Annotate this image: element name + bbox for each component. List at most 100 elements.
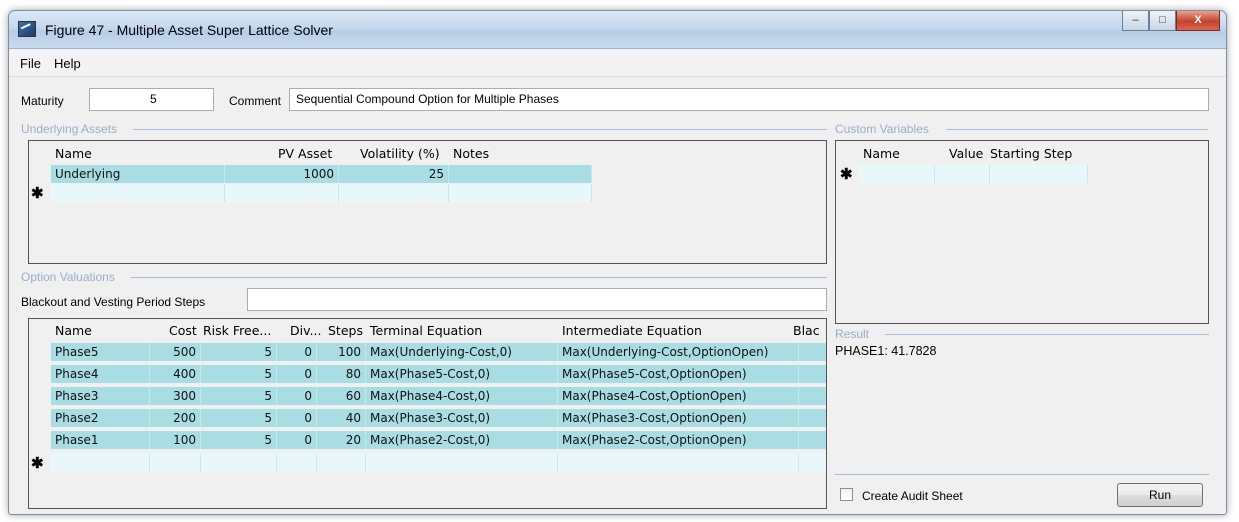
new-row[interactable]: ✱	[29, 454, 826, 472]
cell-empty[interactable]	[51, 184, 225, 202]
col-header-cost[interactable]: Cost	[169, 323, 197, 338]
cell-empty[interactable]	[366, 454, 558, 472]
col-header-terminal-equation[interactable]: Terminal Equation	[370, 323, 482, 338]
cell-cost[interactable]: 400	[150, 365, 201, 383]
cell-steps[interactable]: 60	[317, 387, 366, 405]
cell-cost[interactable]: 500	[150, 343, 201, 361]
cell-steps[interactable]: 20	[317, 431, 366, 449]
cell-empty[interactable]	[201, 454, 277, 472]
option-valuations-grid[interactable]: Name Cost Risk Free... Div... Steps Term…	[28, 318, 827, 509]
cell-intermediate-equation[interactable]: Max(Phase3-Cost,OptionOpen)	[558, 409, 799, 427]
cell-terminal-equation[interactable]: Max(Phase3-Cost,0)	[366, 409, 558, 427]
table-row[interactable]: Underlying 1000 25	[29, 165, 729, 183]
cell-empty[interactable]	[799, 454, 826, 472]
col-header-steps[interactable]: Steps	[328, 323, 363, 338]
menu-help[interactable]: Help	[54, 56, 81, 71]
cell-terminal-equation[interactable]: Max(Underlying-Cost,0)	[366, 343, 558, 361]
cell-terminal-equation[interactable]: Max(Phase4-Cost,0)	[366, 387, 558, 405]
col-header-name[interactable]: Name	[55, 146, 92, 161]
cell-empty[interactable]	[859, 165, 935, 183]
col-header-risk-free[interactable]: Risk Free...	[203, 323, 271, 338]
cell-blackout[interactable]	[799, 365, 826, 383]
table-row[interactable]: Phase2 200 5 0 40 Max(Phase3-Cost,0) Max(Phase…	[29, 409, 826, 427]
cell-empty[interactable]	[150, 454, 201, 472]
run-button[interactable]: Run	[1117, 483, 1203, 507]
custom-group-line	[946, 129, 1208, 130]
minimize-button[interactable]: –	[1122, 11, 1149, 31]
cell-div[interactable]: 0	[277, 387, 317, 405]
table-row[interactable]: Phase4 400 5 0 80 Max(Phase5-Cost,0) Max(Phase…	[29, 365, 826, 383]
cell-intermediate-equation[interactable]: Max(Phase5-Cost,OptionOpen)	[558, 365, 799, 383]
cell-steps[interactable]: 40	[317, 409, 366, 427]
cell-cost[interactable]: 100	[150, 431, 201, 449]
cell-intermediate-equation[interactable]: Max(Phase2-Cost,OptionOpen)	[558, 431, 799, 449]
underlying-grid[interactable]: Name PV Asset Volatility (%) Notes Under…	[28, 140, 827, 264]
cell-name[interactable]: Phase2	[51, 409, 150, 427]
col-header-value[interactable]: Value	[949, 146, 983, 161]
cell-steps[interactable]: 100	[317, 343, 366, 361]
cell-terminal-equation[interactable]: Max(Phase2-Cost,0)	[366, 431, 558, 449]
cell-name[interactable]: Phase4	[51, 365, 150, 383]
cell-div[interactable]: 0	[277, 431, 317, 449]
col-header-div[interactable]: Div...	[290, 323, 321, 338]
cell-div[interactable]: 0	[277, 409, 317, 427]
cell-empty[interactable]	[225, 184, 339, 202]
cell-empty[interactable]	[317, 454, 366, 472]
cell-pv-asset[interactable]: 1000	[225, 165, 339, 183]
cell-div[interactable]: 0	[277, 365, 317, 383]
title-bar[interactable]: Figure 47 - Multiple Asset Super Lattice…	[9, 11, 1226, 49]
cell-blackout[interactable]	[799, 343, 826, 361]
table-row[interactable]: Phase5 500 5 0 100 Max(Underlying-Cost,0) Max(…	[29, 343, 826, 361]
cell-volatility[interactable]: 25	[339, 165, 449, 183]
custom-variables-grid[interactable]: Name Value Starting Step ✱	[835, 140, 1209, 324]
cell-div[interactable]: 0	[277, 343, 317, 361]
cell-intermediate-equation[interactable]: Max(Phase4-Cost,OptionOpen)	[558, 387, 799, 405]
cell-steps[interactable]: 80	[317, 365, 366, 383]
cell-empty[interactable]	[558, 454, 799, 472]
cell-empty[interactable]	[339, 184, 449, 202]
cell-empty[interactable]	[51, 454, 150, 472]
col-header-blackout[interactable]: Blac	[793, 323, 826, 338]
maximize-button[interactable]: □	[1149, 11, 1176, 31]
col-header-intermediate-equation[interactable]: Intermediate Equation	[562, 323, 702, 338]
cell-risk-free[interactable]: 5	[201, 409, 277, 427]
cell-intermediate-equation[interactable]: Max(Underlying-Cost,OptionOpen)	[558, 343, 799, 361]
cell-name[interactable]: Phase5	[51, 343, 150, 361]
cell-blackout[interactable]	[799, 409, 826, 427]
blackout-field[interactable]	[247, 288, 827, 311]
table-row[interactable]: Phase3 300 5 0 60 Max(Phase4-Cost,0) Max(Phase…	[29, 387, 826, 405]
cell-name[interactable]: Phase3	[51, 387, 150, 405]
col-header-name[interactable]: Name	[55, 323, 92, 338]
col-header-name[interactable]: Name	[863, 146, 900, 161]
comment-field[interactable]: Sequential Compound Option for Multiple …	[289, 88, 1209, 111]
cell-risk-free[interactable]: 5	[201, 343, 277, 361]
col-header-volatility[interactable]: Volatility (%)	[360, 146, 440, 161]
cell-empty[interactable]	[449, 184, 592, 202]
cell-name[interactable]: Underlying	[51, 165, 225, 183]
table-row[interactable]: Phase1 100 5 0 20 Max(Phase2-Cost,0) Max(Phase…	[29, 431, 826, 449]
cell-blackout[interactable]	[799, 387, 826, 405]
cell-risk-free[interactable]: 5	[201, 431, 277, 449]
cell-cost[interactable]: 300	[150, 387, 201, 405]
new-row[interactable]: ✱	[29, 184, 729, 202]
close-button[interactable]: X	[1176, 11, 1220, 31]
cell-terminal-equation[interactable]: Max(Phase5-Cost,0)	[366, 365, 558, 383]
cell-empty[interactable]	[277, 454, 317, 472]
asterisk-icon: ✱	[31, 455, 44, 472]
audit-sheet-checkbox[interactable]	[840, 488, 853, 501]
cell-notes[interactable]	[449, 165, 592, 183]
new-row[interactable]: ✱	[836, 165, 1136, 183]
col-header-notes[interactable]: Notes	[453, 146, 489, 161]
cell-risk-free[interactable]: 5	[201, 365, 277, 383]
cell-risk-free[interactable]: 5	[201, 387, 277, 405]
options-group-line	[131, 277, 827, 278]
cell-empty[interactable]	[935, 165, 990, 183]
cell-cost[interactable]: 200	[150, 409, 201, 427]
col-header-pv-asset[interactable]: PV Asset	[278, 146, 332, 161]
maturity-field[interactable]: 5	[89, 88, 214, 111]
cell-empty[interactable]	[990, 165, 1088, 183]
cell-blackout[interactable]	[799, 431, 826, 449]
col-header-starting-step[interactable]: Starting Step	[990, 146, 1072, 161]
cell-name[interactable]: Phase1	[51, 431, 150, 449]
menu-file[interactable]: File	[20, 56, 41, 71]
